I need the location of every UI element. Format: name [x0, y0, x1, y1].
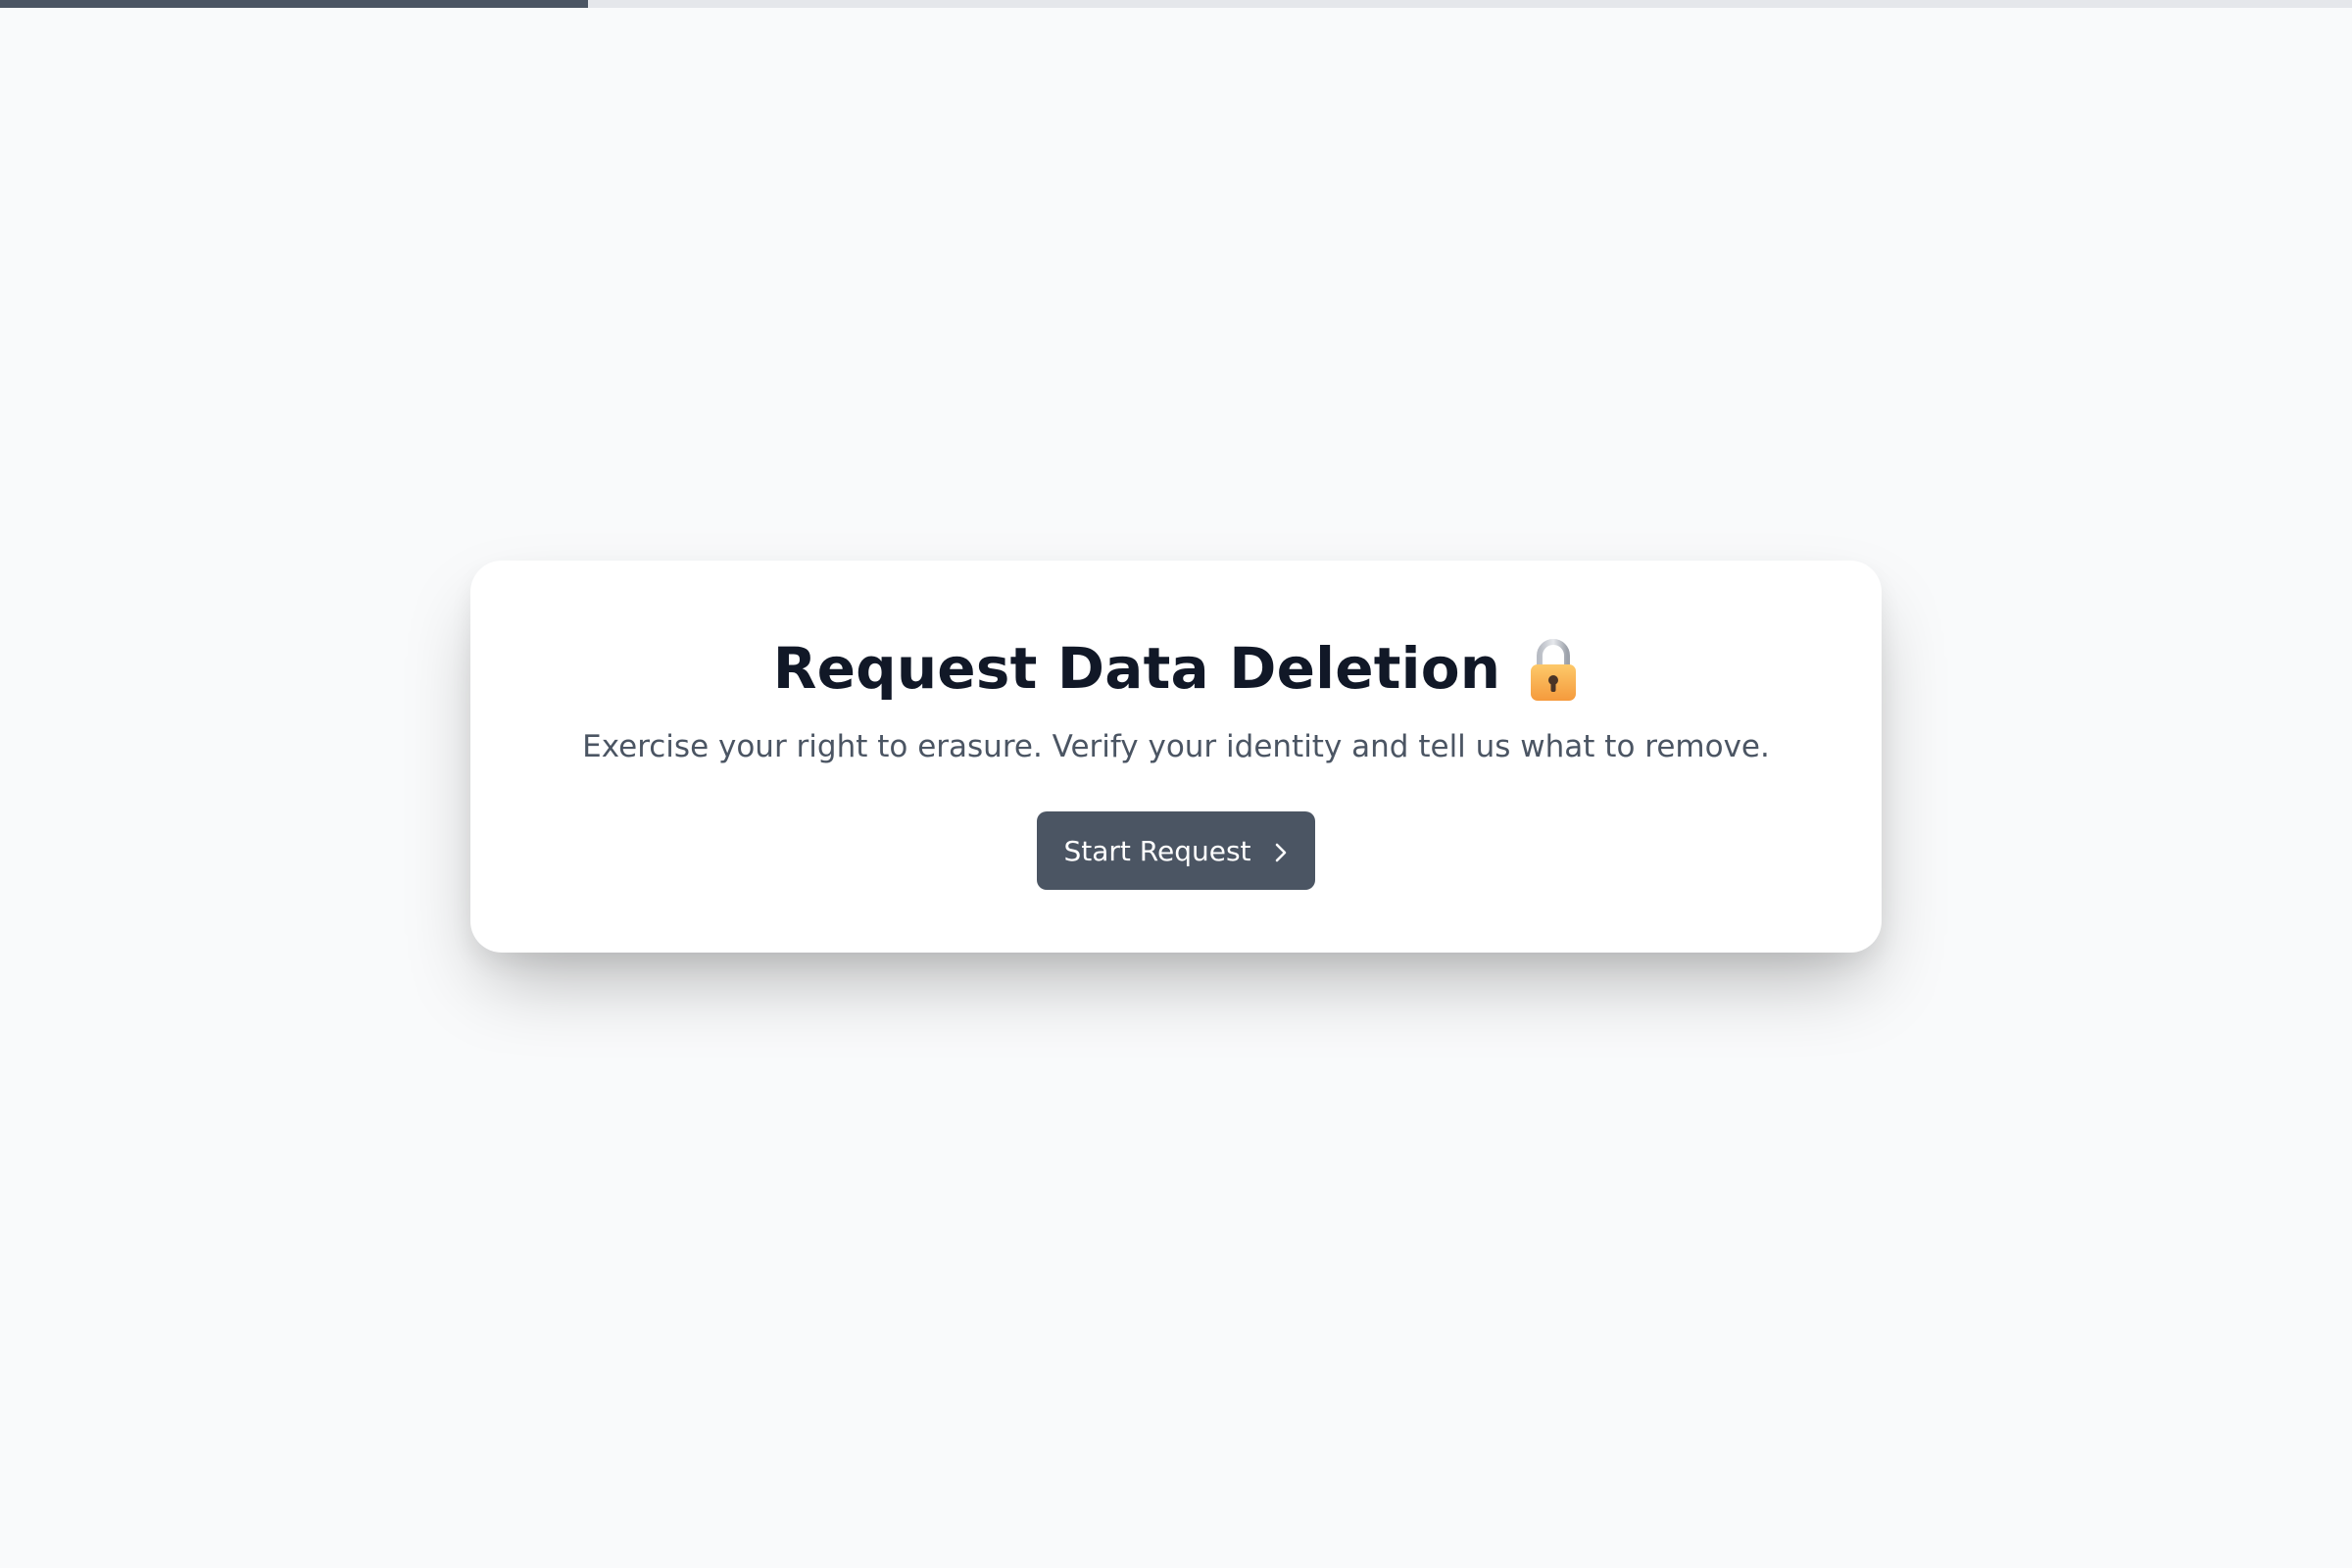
progress-bar — [0, 0, 2352, 8]
progress-bar-fill — [0, 0, 588, 8]
page-subtitle: Exercise your right to erasure. Verify y… — [582, 729, 1770, 764]
deletion-request-card: Request Data Deletion Exercise your righ… — [470, 561, 1882, 953]
start-request-button[interactable]: Start Request — [1037, 811, 1315, 890]
title-row: Request Data Deletion — [470, 619, 1882, 717]
chevron-right-icon — [1273, 839, 1289, 862]
start-request-label: Start Request — [1063, 834, 1251, 867]
page-title: Request Data Deletion — [772, 635, 1501, 702]
lock-icon — [1528, 638, 1579, 703]
